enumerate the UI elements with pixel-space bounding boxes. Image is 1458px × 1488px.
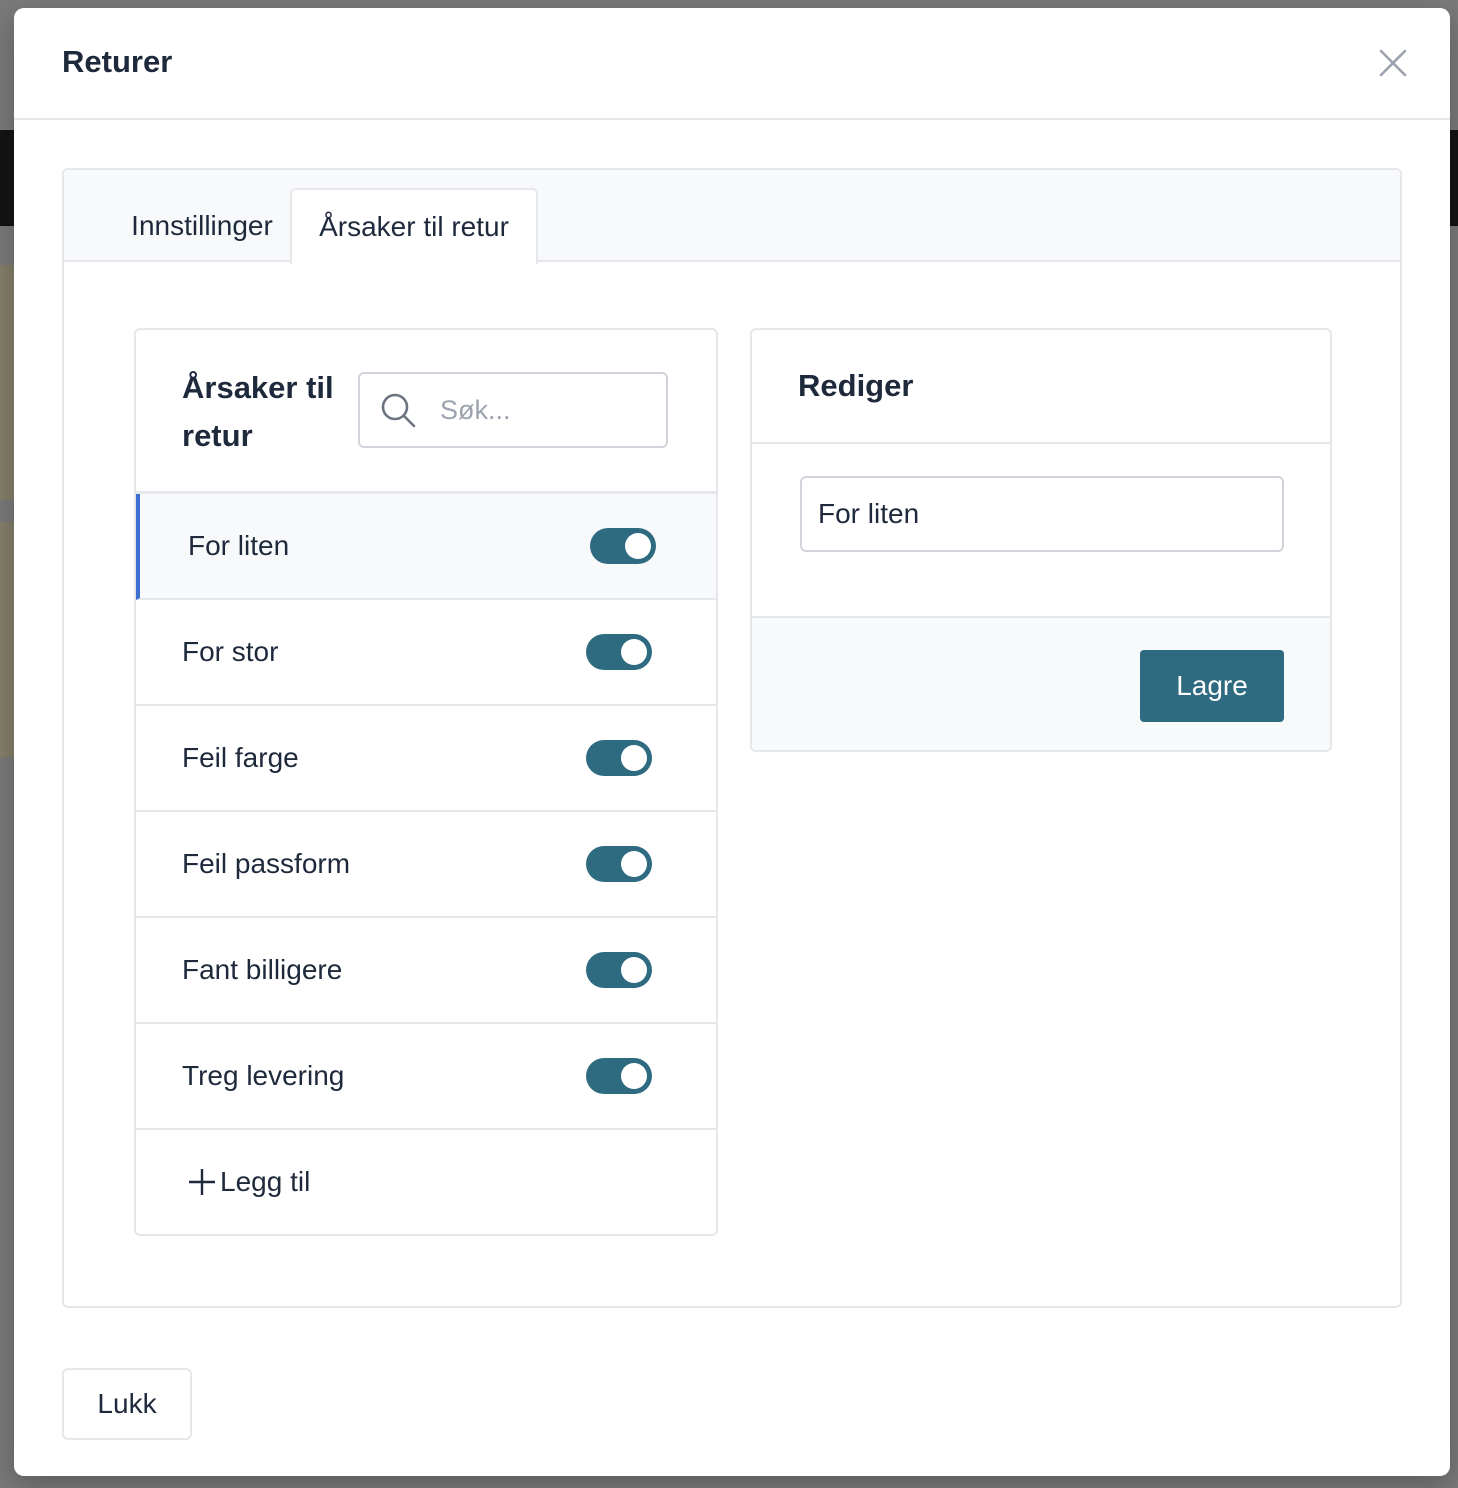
reason-label: Feil farge: [182, 742, 299, 773]
reason-name-input[interactable]: [800, 476, 1284, 552]
reason-label: Feil passform: [182, 848, 351, 879]
close-icon[interactable]: [1376, 46, 1410, 80]
backdrop-card-left-2: [0, 522, 14, 757]
toggle-knob: [621, 851, 647, 877]
save-button[interactable]: Lagre: [1140, 650, 1284, 722]
tab-settings[interactable]: Innstillinger: [90, 188, 314, 264]
enabled-toggle[interactable]: [586, 740, 652, 776]
toggle-knob: [621, 957, 647, 983]
reason-label: Treg levering: [182, 1060, 345, 1091]
toggle-knob: [621, 745, 647, 771]
search-input[interactable]: [440, 394, 640, 426]
reason-row[interactable]: Feil passform: [136, 812, 716, 918]
edit-header: Rediger: [752, 330, 1330, 444]
tab-panel: Innstillinger Årsaker til retur Årsaker …: [62, 168, 1402, 1308]
enabled-toggle[interactable]: [586, 634, 652, 670]
edit-footer: Lagre: [752, 618, 1330, 750]
reason-row[interactable]: For liten: [136, 494, 716, 600]
tab-return-reasons[interactable]: Årsaker til retur: [290, 188, 538, 264]
backdrop-card-left: [0, 265, 14, 500]
reason-label: For liten: [188, 530, 290, 561]
toggle-knob: [621, 639, 647, 665]
edit-title: Rediger: [798, 368, 914, 403]
modal-header: Returer: [14, 8, 1450, 120]
close-button[interactable]: Lukk: [62, 1368, 192, 1440]
list-header: Årsaker til retur: [136, 330, 716, 494]
return-reasons-list: Årsaker til retur For liten For stor: [134, 328, 718, 1236]
search-box[interactable]: [358, 372, 668, 448]
add-reason-button[interactable]: Legg til: [136, 1130, 716, 1234]
toggle-knob: [625, 533, 651, 559]
backdrop-dark-band-left: [0, 130, 14, 226]
modal-title: Returer: [62, 44, 173, 79]
reason-label: For stor: [182, 636, 279, 667]
enabled-toggle[interactable]: [586, 1058, 652, 1094]
plus-icon: [186, 1166, 218, 1198]
reason-row[interactable]: Fant billigere: [136, 918, 716, 1024]
enabled-toggle[interactable]: [586, 952, 652, 988]
enabled-toggle[interactable]: [590, 528, 656, 564]
returns-modal: Returer Innstillinger Årsaker til retur …: [14, 8, 1450, 1476]
list-title: Årsaker til retur: [182, 370, 334, 453]
reason-row[interactable]: Treg levering: [136, 1024, 716, 1130]
toggle-knob: [621, 1063, 647, 1089]
edit-panel: Rediger Lagre: [750, 328, 1332, 752]
search-icon: [378, 390, 418, 430]
reason-row[interactable]: Feil farge: [136, 706, 716, 812]
backdrop-dark-band-right: [1450, 130, 1458, 226]
add-reason-label: Legg til: [220, 1166, 311, 1197]
enabled-toggle[interactable]: [586, 846, 652, 882]
reason-label: Fant billigere: [182, 954, 343, 985]
edit-body: [752, 444, 1330, 618]
reason-row[interactable]: For stor: [136, 600, 716, 706]
tab-bar: Innstillinger Årsaker til retur: [64, 170, 1400, 264]
